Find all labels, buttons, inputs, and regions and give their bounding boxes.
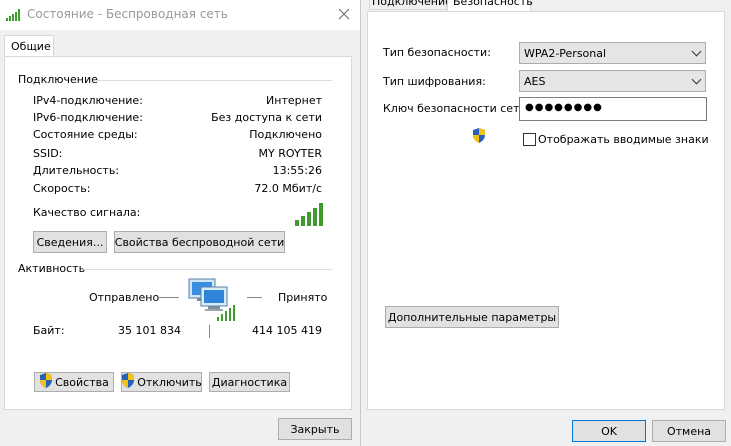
connection-divider: [95, 80, 332, 81]
ipv4-label: IPv4-подключение:: [33, 94, 143, 107]
details-button[interactable]: Сведения...: [33, 231, 107, 253]
shield-icon: [39, 373, 53, 391]
chevron-down-icon: [691, 46, 702, 57]
signal-quality-label: Качество сигнала:: [33, 206, 141, 219]
speed-label: Скорость:: [33, 182, 91, 195]
close-icon[interactable]: [334, 4, 354, 24]
diagnostics-button-label: Диагностика: [211, 375, 288, 389]
ssid-label: SSID:: [33, 147, 63, 160]
wireless-properties-button-label: Свойства беспроводной сети: [114, 235, 285, 249]
security-type-value: WPA2-Personal: [524, 46, 607, 60]
ssid-value: MY ROYTER: [258, 147, 322, 160]
advanced-settings-button-label: Дополнительные параметры: [387, 310, 557, 324]
diagnostics-button[interactable]: Диагностика: [209, 372, 290, 392]
shield-icon: [121, 373, 135, 391]
ipv4-value: Интернет: [266, 94, 322, 107]
media-state-label: Состояние среды:: [33, 128, 138, 141]
connection-heading: Подключение: [18, 73, 98, 86]
properties-button[interactable]: Свойства: [34, 372, 114, 392]
security-key-input[interactable]: ●●●●●●●●: [519, 97, 707, 121]
signal-strength-icon: [294, 202, 324, 226]
title-bar: Состояние - Беспроводная сеть: [0, 0, 360, 30]
encryption-type-label: Тип шифрования:: [383, 75, 486, 88]
encryption-type-value: AES: [524, 74, 546, 88]
status-window: Состояние - Беспроводная сеть Общие Подк…: [0, 0, 360, 446]
sent-line: [157, 297, 179, 298]
show-characters-checkbox[interactable]: [523, 133, 536, 146]
bytes-received-value: 414 105 419: [252, 324, 322, 337]
received-line: [247, 297, 262, 298]
properties-button-label: Свойства: [55, 375, 109, 389]
cancel-button[interactable]: Отмена: [652, 420, 726, 442]
window-title: Состояние - Беспроводная сеть: [27, 7, 228, 21]
details-button-label: Сведения...: [36, 235, 104, 249]
security-key-label: Ключ безопасности сети: [383, 102, 527, 115]
ipv6-label: IPv6-подключение:: [33, 111, 143, 124]
tab-connection-label: Подключение: [372, 0, 452, 8]
disconnect-button-label: Отключить: [137, 375, 202, 389]
media-state-value: Подключено: [249, 128, 322, 141]
wifi-signal-icon: [6, 9, 22, 21]
close-button[interactable]: Закрыть: [278, 418, 352, 440]
duration-label: Длительность:: [33, 164, 120, 177]
tab-general-label: Общие: [11, 40, 51, 53]
received-label: Принято: [278, 291, 328, 304]
advanced-settings-button[interactable]: Дополнительные параметры: [385, 306, 559, 328]
speed-value: 72.0 Мбит/с: [254, 182, 322, 195]
shield-icon: [472, 128, 486, 146]
security-type-select[interactable]: WPA2-Personal: [519, 42, 706, 64]
tab-general[interactable]: Общие: [4, 35, 54, 57]
encryption-type-select[interactable]: AES: [519, 70, 706, 92]
bytes-label: Байт:: [33, 324, 65, 337]
duration-value: 13:55:26: [272, 164, 322, 177]
activity-divider: [83, 269, 332, 270]
wireless-properties-button[interactable]: Свойства беспроводной сети: [114, 231, 285, 253]
sent-label: Отправлено: [89, 291, 160, 304]
properties-window: Подключение Безопасность Тип безопасност…: [361, 0, 731, 446]
ok-button[interactable]: OK: [572, 420, 646, 442]
bytes-sent-value: 35 101 834: [118, 324, 181, 337]
ok-button-label: OK: [601, 424, 617, 438]
close-button-label: Закрыть: [290, 422, 340, 436]
security-type-label: Тип безопасности:: [383, 46, 491, 59]
bytes-separator: [209, 325, 210, 338]
disconnect-button[interactable]: Отключить: [121, 372, 202, 392]
tab-connection[interactable]: Подключение: [369, 0, 452, 10]
show-characters-label[interactable]: Отображать вводимые знаки: [538, 133, 709, 146]
tab-security-label: Безопасность: [453, 0, 533, 8]
network-computers-icon: [187, 277, 239, 323]
chevron-down-icon: [691, 74, 702, 85]
cancel-button-label: Отмена: [666, 424, 712, 438]
activity-heading: Активность: [18, 262, 86, 275]
ipv6-value: Без доступа к сети: [211, 111, 322, 124]
security-key-value: ●●●●●●●●: [525, 102, 603, 113]
